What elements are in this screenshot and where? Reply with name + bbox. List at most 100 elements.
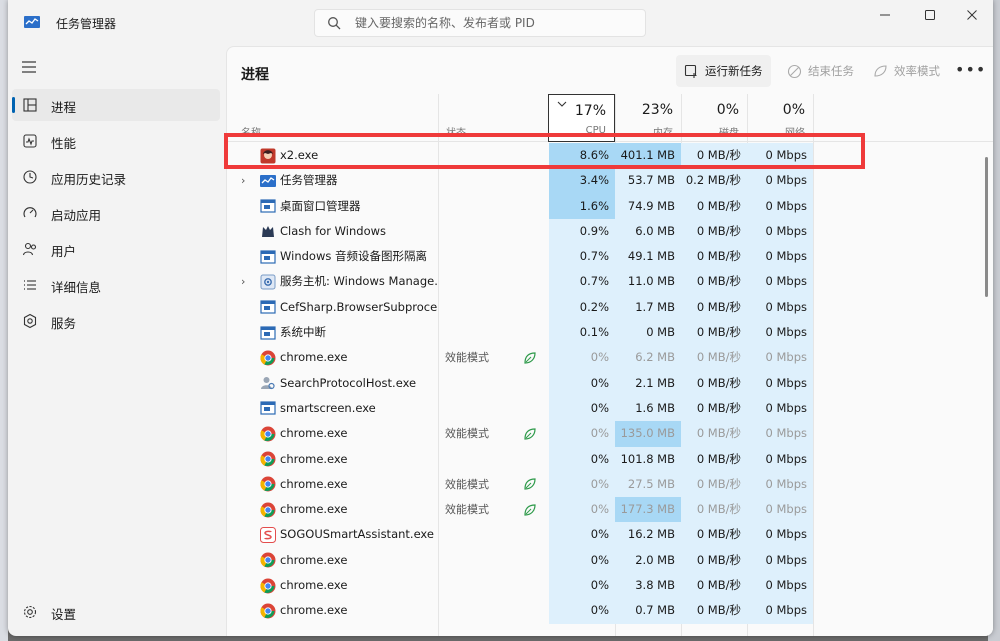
table-row[interactable]: Clash for Windows 0.9% 6.0 MB 0 MB/秒 0 Mbps [227,218,993,245]
sidebar-item-processes[interactable]: 进程 [12,89,220,121]
memory-value: 0.7 MB [615,598,681,624]
sidebar-item-app-history[interactable]: 应用历史记录 [12,161,220,193]
expand-chevron-icon[interactable] [241,497,253,522]
table-row[interactable]: 桌面窗口管理器 1.6% 74.9 MB 0 MB/秒 0 Mbps [227,193,993,219]
table-row[interactable]: chrome.exe 0% 2.0 MB 0 MB/秒 0 Mbps [227,547,993,574]
search-input[interactable] [355,14,635,32]
expand-chevron-icon[interactable] [241,472,253,497]
memory-value: 1.7 MB [615,294,681,321]
expand-chevron-icon[interactable] [241,598,253,623]
window-icon [260,299,276,315]
table-row[interactable]: chrome.exe 效能模式 0% 27.5 MB 0 MB/秒 0 Mbps [227,471,993,498]
table-row[interactable]: CefSharp.BrowserSubproce... 0.2% 1.7 MB 0 M… [227,294,993,321]
expand-chevron-icon[interactable] [241,244,253,269]
network-value: 0 Mbps [747,497,813,523]
expand-chevron-icon[interactable] [241,522,253,547]
table-row[interactable]: chrome.exe 效能模式 0% 6.2 MB 0 MB/秒 0 Mbps [227,345,993,371]
maximize-button[interactable] [907,0,953,30]
expand-chevron-icon[interactable] [241,447,253,472]
disk-value: 0 MB/秒 [681,547,747,574]
table-row[interactable]: › 任务管理器 3.4% 53.7 MB 0.2 MB/秒 0 Mbps [227,168,993,194]
cpu-value: 0% [549,497,615,523]
expand-chevron-icon[interactable] [241,371,253,396]
expand-chevron-icon[interactable]: › [241,168,253,193]
run-task-icon [684,64,697,78]
process-status [445,573,505,598]
efficiency-leaf-icon [523,477,537,491]
process-status [445,598,505,623]
disk-value: 0 MB/秒 [681,370,747,396]
sidebar-item-details[interactable]: 详细信息 [12,269,220,301]
process-status [445,269,505,294]
app-history-icon [22,169,38,185]
minimize-button[interactable] [862,0,908,30]
process-name: chrome.exe [280,603,348,618]
network-total: 0% [782,102,805,118]
chrome-icon [260,578,276,594]
sidebar-item-settings[interactable]: 设置 [12,596,220,628]
taskmgr-icon [260,173,276,189]
process-status: 效能模式 [445,351,489,365]
expand-chevron-icon[interactable] [241,573,253,598]
table-row[interactable]: chrome.exe 效能模式 0% 135.0 MB 0 MB/秒 0 Mbps [227,421,993,447]
network-value: 0 Mbps [747,471,813,498]
chrome-icon [260,552,276,568]
efficiency-leaf-icon [874,64,887,77]
expand-chevron-icon[interactable] [241,421,253,446]
table-row[interactable]: 系统中断 0.1% 0 MB 0 MB/秒 0 Mbps [227,320,993,346]
expand-chevron-icon[interactable]: › [241,269,253,294]
expand-chevron-icon[interactable] [241,194,253,219]
close-icon [967,10,977,20]
cpu-value: 0% [549,573,615,599]
title-bar: 任务管理器 [8,0,993,44]
sidebar-item-label: 性能 [51,136,77,151]
process-name: CefSharp.BrowserSubproce... [280,299,438,314]
expand-chevron-icon[interactable] [241,345,253,370]
cpu-value: 0.2% [549,294,615,321]
expand-chevron-icon[interactable] [241,320,253,345]
efficiency-leaf-icon [523,503,537,517]
end-task-button[interactable]: 结束任务 [779,55,862,87]
vertical-scrollbar[interactable] [985,157,988,297]
expand-chevron-icon[interactable] [241,548,253,573]
expand-chevron-icon[interactable] [241,295,253,320]
sidebar-item-performance[interactable]: 性能 [12,125,220,157]
cpu-value: 0.1% [549,320,615,346]
table-row[interactable]: chrome.exe 效能模式 0% 177.3 MB 0 MB/秒 0 Mbps [227,497,993,523]
network-value: 0 Mbps [747,244,813,270]
table-row[interactable]: Windows 音频设备图形隔离 0.7% 49.1 MB 0 MB/秒 0 Mbps [227,244,993,270]
expand-chevron-icon[interactable] [241,396,253,421]
network-value: 0 Mbps [747,522,813,548]
process-status [445,548,505,573]
process-status [445,168,505,193]
cpu-value: 0% [549,395,615,422]
expand-chevron-icon[interactable] [241,219,253,244]
process-status [445,244,505,269]
chrome-icon [260,426,276,442]
table-row[interactable]: smartscreen.exe 0% 1.6 MB 0 MB/秒 0 Mbps [227,395,993,422]
memory-value: 101.8 MB [615,446,681,472]
disk-value: 0 MB/秒 [681,598,747,624]
table-row[interactable]: chrome.exe 0% 101.8 MB 0 MB/秒 0 Mbps [227,446,993,472]
table-row[interactable]: chrome.exe 0% 0.7 MB 0 MB/秒 0 Mbps [227,598,993,624]
sidebar-item-users[interactable]: 用户 [12,233,220,265]
sidebar-item-label: 用户 [51,244,77,259]
close-button[interactable] [949,0,993,30]
cpu-value: 0.9% [549,218,615,245]
efficiency-mode-button[interactable]: 效率模式 [865,55,948,87]
sidebar-item-label: 应用历史记录 [51,172,127,187]
memory-value: 53.7 MB [615,168,681,194]
search-box[interactable] [314,9,646,37]
run-new-task-button[interactable]: 运行新任务 [676,55,771,87]
network-value: 0 Mbps [747,269,813,295]
process-name: chrome.exe [280,502,348,517]
sidebar-item-services[interactable]: 服务 [12,305,220,337]
sidebar-item-startup[interactable]: 启动应用 [12,197,220,229]
table-row[interactable]: › 服务主机: Windows Manage... 0.7% 11.0 MB 0 MB/… [227,269,993,295]
search-icon [327,16,341,30]
more-options-button[interactable]: ••• [955,59,985,83]
table-row[interactable]: SearchProtocolHost.exe 0% 2.1 MB 0 MB/秒 0 Mb… [227,370,993,396]
table-row[interactable]: chrome.exe 0% 3.8 MB 0 MB/秒 0 Mbps [227,573,993,599]
hamburger-menu-icon[interactable] [21,60,39,74]
table-row[interactable]: SOGOUSmartAssistant.exe ... 0% 16.2 MB 0 MB… [227,522,993,548]
